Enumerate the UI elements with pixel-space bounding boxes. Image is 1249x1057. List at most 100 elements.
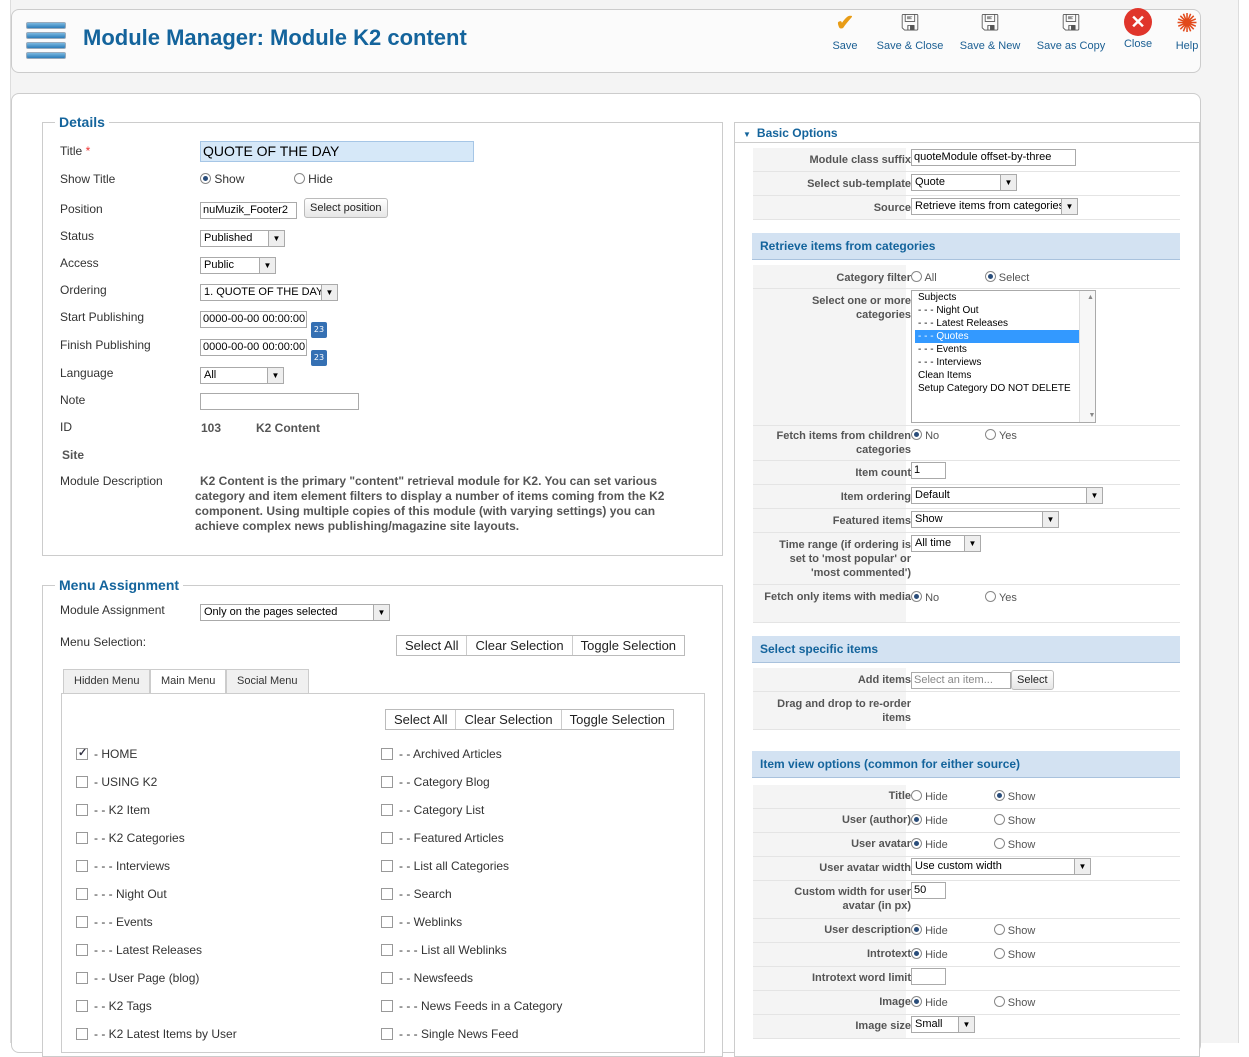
tab-hidden-menu[interactable]: Hidden Menu bbox=[63, 669, 151, 694]
checkbox[interactable] bbox=[381, 888, 393, 900]
show-title-hide-radio[interactable] bbox=[293, 173, 305, 184]
select-position-button[interactable]: Select position bbox=[304, 198, 388, 218]
category-filter-select-radio[interactable] bbox=[984, 271, 996, 282]
checkbox[interactable] bbox=[381, 776, 393, 788]
title-input[interactable]: QUOTE OF THE DAY bbox=[200, 141, 474, 162]
fetch-media-no-radio[interactable] bbox=[911, 591, 922, 602]
menu-item-checkbox[interactable]: - - List all Categories bbox=[381, 859, 509, 873]
help-button[interactable]: ✺ Help bbox=[1170, 8, 1204, 52]
image-size-value-select[interactable]: Small ▼ bbox=[911, 1016, 975, 1033]
show-radio[interactable] bbox=[993, 924, 1005, 935]
ordering-select[interactable]: 1. QUOTE OF THE DAY ▼ bbox=[200, 284, 338, 301]
menu-item-checkbox[interactable]: - - Category Blog bbox=[381, 775, 490, 789]
fetch-media-yes-radio[interactable] bbox=[985, 591, 997, 602]
category-filter-all-radio[interactable] bbox=[911, 271, 922, 282]
time-range-select[interactable]: All time ▼ bbox=[911, 535, 981, 552]
menu-item-checkbox[interactable]: - - - Interviews bbox=[76, 859, 170, 873]
checkbox[interactable] bbox=[76, 916, 88, 928]
menu-item-checkbox[interactable]: - - K2 Latest Items by User bbox=[76, 1027, 237, 1041]
hide-radio[interactable] bbox=[911, 814, 922, 825]
checkbox[interactable] bbox=[381, 1028, 393, 1040]
item-ordering-select[interactable]: Default ▼ bbox=[911, 487, 1103, 504]
source-select[interactable]: Retrieve items from categories ▼ bbox=[911, 198, 1078, 215]
menu-item-checkbox[interactable]: - USING K2 bbox=[76, 775, 157, 789]
custom-width-value-input[interactable]: 50 bbox=[911, 882, 946, 899]
checkbox[interactable] bbox=[76, 1028, 88, 1040]
hide-radio[interactable] bbox=[911, 838, 922, 849]
menu-item-checkbox[interactable]: - - Archived Articles bbox=[381, 747, 502, 761]
fetch-children-yes-radio[interactable] bbox=[985, 429, 997, 440]
show-radio[interactable] bbox=[993, 948, 1005, 959]
listbox-scrollbar[interactable]: ▲ ▼ bbox=[1079, 291, 1095, 422]
menu-item-checkbox[interactable]: - - - Latest Releases bbox=[76, 943, 202, 957]
menu-item-checkbox[interactable]: - - - Single News Feed bbox=[381, 1027, 518, 1041]
show-radio[interactable] bbox=[993, 790, 1005, 801]
menu-item-checkbox[interactable]: - - Search bbox=[381, 887, 452, 901]
category-option[interactable]: Clean Items bbox=[915, 369, 1095, 382]
save-copy-button[interactable]: 🖫 Save as Copy bbox=[1034, 8, 1108, 52]
checkbox[interactable] bbox=[381, 916, 393, 928]
checkbox[interactable] bbox=[381, 1000, 393, 1012]
tab-main-menu[interactable]: Main Menu bbox=[150, 669, 227, 694]
menu-item-checkbox[interactable]: - - Category List bbox=[381, 803, 484, 817]
save-new-button[interactable]: 🖫 Save & New bbox=[955, 8, 1025, 52]
checkbox[interactable] bbox=[381, 804, 393, 816]
checkbox[interactable] bbox=[76, 1000, 88, 1012]
select-all-button[interactable]: Select All bbox=[386, 710, 455, 729]
menu-item-checkbox[interactable]: - - - Night Out bbox=[76, 887, 167, 901]
category-option[interactable]: - - - Quotes bbox=[915, 330, 1081, 343]
show-title-show-radio[interactable] bbox=[200, 173, 211, 184]
avatar-width-value-select[interactable]: Use custom width ▼ bbox=[911, 858, 1091, 875]
menu-item-checkbox[interactable]: - - K2 Tags bbox=[76, 999, 152, 1013]
hide-radio[interactable] bbox=[911, 790, 922, 801]
checkbox[interactable] bbox=[76, 860, 88, 872]
position-input[interactable]: nuMuzik_Footer2 bbox=[200, 202, 297, 219]
language-select[interactable]: All ▼ bbox=[200, 367, 284, 384]
checkbox[interactable] bbox=[76, 804, 88, 816]
category-option[interactable]: - - - Latest Releases bbox=[915, 317, 1095, 330]
hide-radio[interactable] bbox=[911, 948, 922, 959]
category-option[interactable]: Subjects bbox=[915, 291, 1095, 304]
checkbox[interactable] bbox=[381, 748, 393, 760]
checkbox[interactable] bbox=[76, 888, 88, 900]
intro-limit-value-input[interactable] bbox=[911, 968, 946, 985]
access-select[interactable]: Public ▼ bbox=[200, 257, 276, 274]
menu-item-checkbox[interactable]: - - - News Feeds in a Category bbox=[381, 999, 562, 1013]
add-items-input[interactable]: Select an item... bbox=[911, 672, 1011, 689]
scroll-down-icon[interactable]: ▼ bbox=[1083, 409, 1095, 422]
item-count-input[interactable]: 1 bbox=[911, 462, 946, 479]
menu-item-checkbox[interactable]: - - Featured Articles bbox=[381, 831, 504, 845]
checkbox[interactable] bbox=[381, 944, 393, 956]
checkbox[interactable] bbox=[381, 860, 393, 872]
menu-item-checkbox[interactable]: - - - Events bbox=[76, 915, 153, 929]
show-radio[interactable] bbox=[993, 814, 1005, 825]
checkbox[interactable] bbox=[76, 832, 88, 844]
status-select[interactable]: Published ▼ bbox=[200, 230, 285, 247]
fetch-children-no-radio[interactable] bbox=[911, 429, 922, 440]
menu-item-checkbox[interactable]: - - Weblinks bbox=[381, 915, 462, 929]
menu-item-checkbox[interactable]: - - K2 Item bbox=[76, 803, 150, 817]
clear-selection-button[interactable]: Clear Selection bbox=[466, 636, 571, 655]
menu-item-checkbox[interactable]: - HOME bbox=[76, 746, 137, 761]
category-option[interactable]: - - - Interviews bbox=[915, 356, 1095, 369]
categories-listbox[interactable]: Subjects - - - Night Out - - - Latest Rele… bbox=[911, 290, 1096, 423]
checkbox[interactable] bbox=[76, 972, 88, 984]
note-input[interactable] bbox=[200, 393, 359, 410]
checkbox[interactable] bbox=[76, 746, 88, 760]
menu-item-checkbox[interactable]: - - - List all Weblinks bbox=[381, 943, 507, 957]
menu-item-checkbox[interactable]: - - Newsfeeds bbox=[381, 971, 473, 985]
subtemplate-select[interactable]: Quote ▼ bbox=[911, 174, 1017, 191]
basic-options-header[interactable]: ▼ Basic Options bbox=[735, 123, 1199, 143]
show-radio[interactable] bbox=[993, 996, 1005, 1007]
tab-social-menu[interactable]: Social Menu bbox=[226, 669, 309, 694]
select-all-button[interactable]: Select All bbox=[397, 636, 466, 655]
scroll-up-icon[interactable]: ▲ bbox=[1083, 291, 1095, 304]
checkbox[interactable] bbox=[76, 944, 88, 956]
toggle-selection-button[interactable]: Toggle Selection bbox=[560, 710, 673, 729]
hide-radio[interactable] bbox=[911, 924, 922, 935]
save-button[interactable]: ✔ Save bbox=[826, 8, 864, 52]
calendar-icon[interactable]: 23 bbox=[311, 350, 327, 366]
checkbox[interactable] bbox=[381, 832, 393, 844]
save-close-button[interactable]: 🖫 Save & Close bbox=[874, 8, 946, 52]
start-publishing-input[interactable]: 0000-00-00 00:00:00 bbox=[200, 311, 307, 328]
